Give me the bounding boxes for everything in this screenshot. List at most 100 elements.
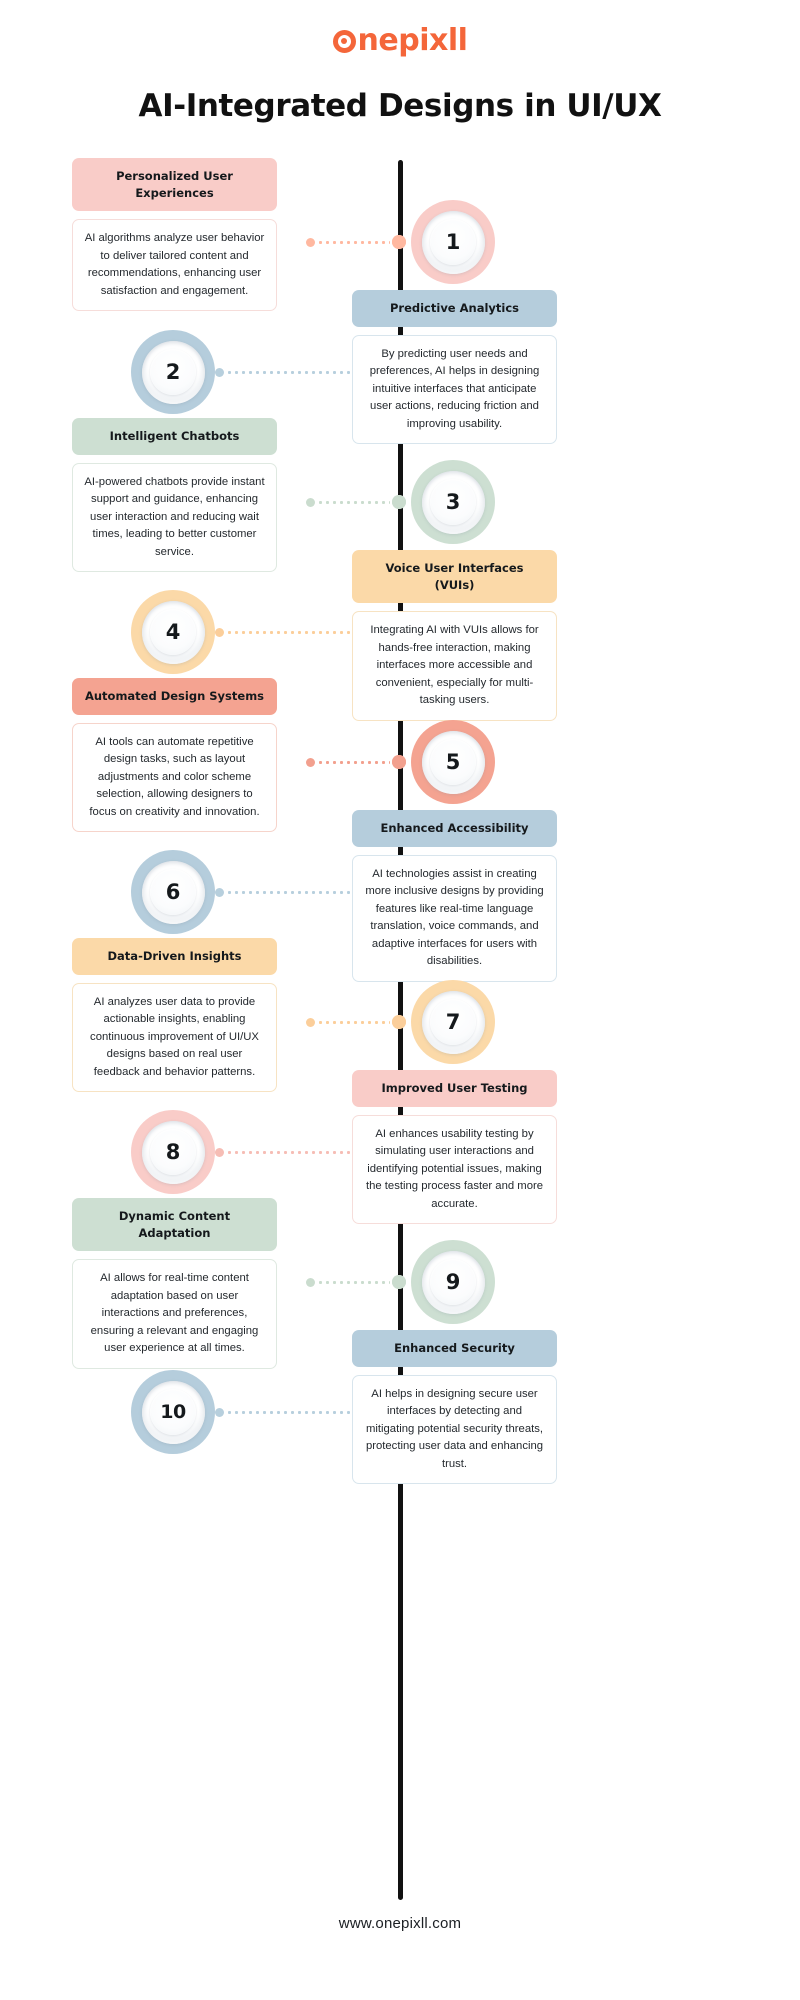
connector-end-dot	[215, 627, 224, 637]
marker-core-disc: 1	[430, 219, 476, 265]
marker-inner-disc: 1	[421, 210, 485, 274]
marker-inner-disc: 5	[421, 730, 485, 794]
marker-core-disc: 6	[150, 869, 196, 915]
connector-end-dot	[306, 1017, 315, 1027]
connector-spine-dot	[392, 235, 406, 249]
connector-dotted-segment	[317, 1280, 390, 1284]
step-number: 6	[165, 879, 181, 904]
info-card-title: Personalized User Experiences	[72, 158, 277, 212]
connector-end-dot	[215, 1147, 224, 1157]
marker-core-disc: 9	[430, 1259, 476, 1305]
info-card[interactable]: Data-Driven Insights AI analyzes user dat…	[72, 938, 277, 1093]
info-card[interactable]: Personalized User Experiences AI algorith…	[72, 158, 277, 312]
marker-ring: 10	[131, 1370, 215, 1454]
info-card-title: Predictive Analytics	[352, 290, 557, 327]
connector-line	[306, 1015, 406, 1029]
info-card-body: AI algorithms analyze user behavior to d…	[72, 219, 277, 312]
step-number-marker[interactable]: 8	[131, 1110, 215, 1194]
step-number: 3	[445, 489, 461, 514]
connector-line	[306, 495, 406, 509]
marker-core-disc: 8	[150, 1129, 196, 1175]
onepixll-logo: nepixll	[332, 23, 468, 58]
step-number-marker[interactable]: 4	[131, 590, 215, 674]
marker-core-disc: 4	[150, 609, 196, 655]
marker-ring: 4	[131, 590, 215, 674]
marker-ring: 3	[411, 460, 495, 544]
info-card-body: Integrating AI with VUIs allows for hand…	[352, 611, 557, 721]
info-card[interactable]: Voice User Interfaces (VUIs) Integrating …	[352, 550, 557, 721]
marker-core-disc: 5	[430, 739, 476, 785]
info-card-title: Improved User Testing	[352, 1070, 557, 1107]
connector-end-dot	[215, 367, 224, 377]
step-number: 5	[445, 749, 461, 774]
step-number-marker[interactable]: 7	[411, 980, 495, 1064]
marker-inner-disc: 9	[421, 1250, 485, 1314]
info-card[interactable]: Predictive Analytics By predicting user n…	[352, 290, 557, 445]
step-number-marker[interactable]: 3	[411, 460, 495, 544]
marker-core-disc: 3	[430, 479, 476, 525]
info-card-body: AI technologies assist in creating more …	[352, 854, 557, 982]
info-card-body: By predicting user needs and preferences…	[352, 334, 557, 445]
connector-line	[306, 755, 406, 769]
info-card[interactable]: Enhanced Security AI helps in designing s…	[352, 1330, 557, 1485]
logo-dot-o-icon	[332, 29, 356, 53]
marker-inner-disc: 3	[421, 470, 485, 534]
marker-inner-disc: 4	[141, 600, 205, 664]
info-card-body: AI tools can automate repetitive design …	[72, 722, 277, 833]
step-number: 1	[445, 229, 461, 254]
connector-end-dot	[306, 497, 315, 507]
marker-inner-disc: 2	[141, 340, 205, 404]
connector-spine-dot	[392, 755, 406, 769]
step-number: 2	[165, 359, 181, 384]
connector-end-dot	[306, 1277, 315, 1287]
step-number: 4	[165, 619, 181, 644]
logo-text: nepixll	[357, 23, 468, 58]
connector-dotted-segment	[317, 240, 390, 244]
marker-inner-disc: 7	[421, 990, 485, 1054]
connector-spine-dot	[392, 495, 406, 509]
info-card-title: Voice User Interfaces (VUIs)	[352, 550, 557, 604]
info-card-body: AI helps in designing secure user interf…	[352, 1374, 557, 1485]
info-card[interactable]: Intelligent Chatbots AI-powered chatbots …	[72, 418, 277, 573]
connector-dotted-segment	[317, 500, 390, 504]
marker-ring: 5	[411, 720, 495, 804]
page-title: AI-Integrated Designs in UI/UX	[138, 88, 662, 124]
info-card-title: Dynamic Content Adaptation	[72, 1198, 277, 1252]
step-number-marker[interactable]: 10	[131, 1370, 215, 1454]
step-number: 8	[165, 1139, 181, 1164]
marker-core-disc: 7	[430, 999, 476, 1045]
info-card[interactable]: Dynamic Content Adaptation AI allows for …	[72, 1198, 277, 1369]
marker-inner-disc: 6	[141, 860, 205, 924]
info-card[interactable]: Automated Design Systems AI tools can aut…	[72, 678, 277, 833]
step-number: 7	[445, 1009, 461, 1034]
info-card-title: Automated Design Systems	[72, 678, 277, 715]
connector-end-dot	[306, 757, 315, 767]
marker-ring: 8	[131, 1110, 215, 1194]
step-number-marker[interactable]: 5	[411, 720, 495, 804]
connector-line	[306, 1275, 406, 1289]
step-number-marker[interactable]: 9	[411, 1240, 495, 1324]
footer-url: www.onepixll.com	[338, 1915, 462, 1932]
info-card[interactable]: Improved User Testing AI enhances usabili…	[352, 1070, 557, 1225]
step-number: 9	[445, 1269, 461, 1294]
step-number-marker[interactable]: 1	[411, 200, 495, 284]
marker-ring: 1	[411, 200, 495, 284]
marker-inner-disc: 8	[141, 1120, 205, 1184]
marker-ring: 6	[131, 850, 215, 934]
connector-end-dot	[215, 1407, 224, 1417]
marker-ring: 2	[131, 330, 215, 414]
marker-ring: 7	[411, 980, 495, 1064]
info-card-body: AI analyzes user data to provide actiona…	[72, 982, 277, 1093]
marker-ring: 9	[411, 1240, 495, 1324]
connector-spine-dot	[392, 1015, 406, 1029]
step-number-marker[interactable]: 2	[131, 330, 215, 414]
marker-core-disc: 2	[150, 349, 196, 395]
connector-dotted-segment	[317, 1020, 390, 1024]
step-number-marker[interactable]: 6	[131, 850, 215, 934]
connector-line	[306, 235, 406, 249]
info-card-body: AI-powered chatbots provide instant supp…	[72, 462, 277, 573]
info-card[interactable]: Enhanced Accessibility AI technologies as…	[352, 810, 557, 982]
marker-core-disc: 10	[150, 1389, 196, 1435]
connector-dotted-segment	[317, 760, 390, 764]
brand-header: nepixll	[0, 0, 800, 62]
